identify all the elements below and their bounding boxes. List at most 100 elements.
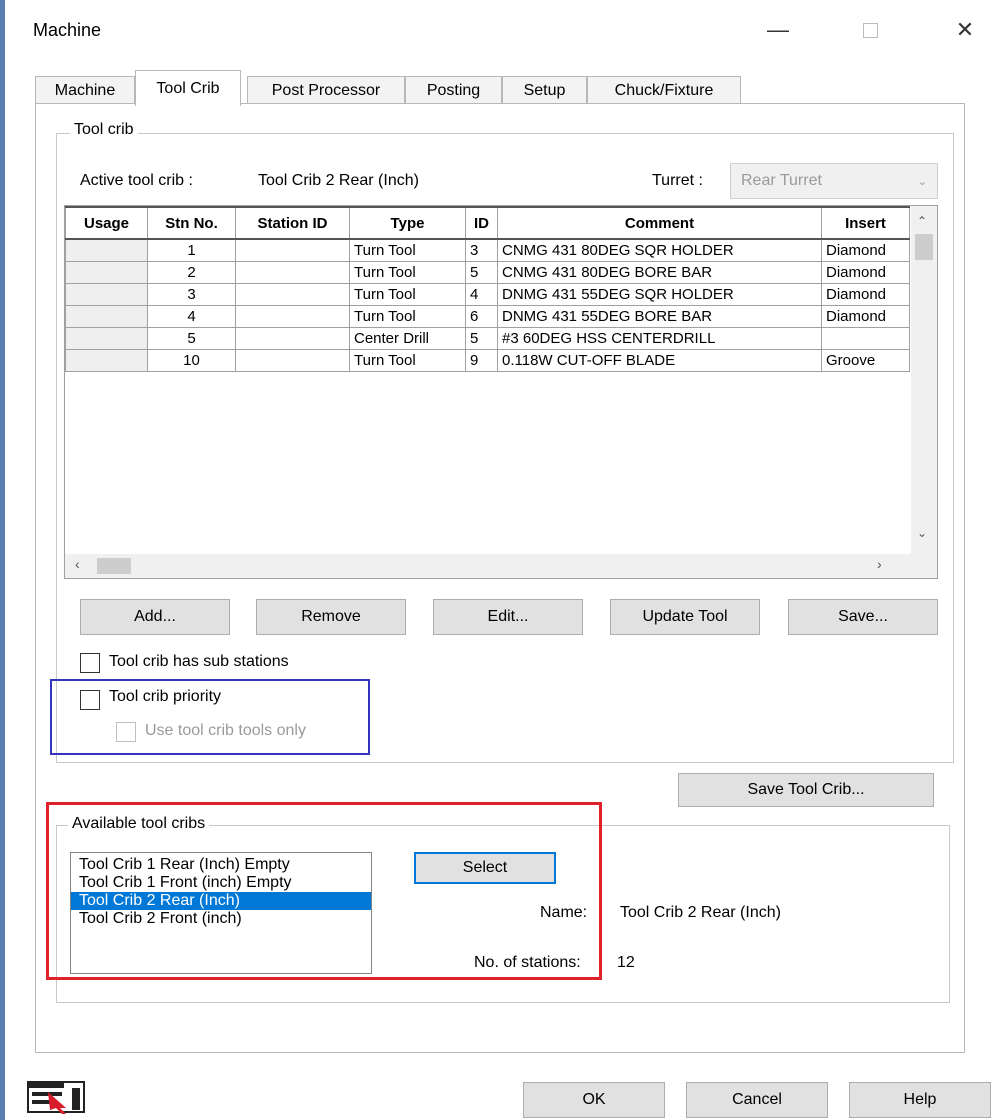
cell-usage [65,283,148,306]
cell-comment: CNMG 431 80DEG SQR HOLDER [497,238,822,262]
cell-stn-no: 4 [147,305,236,328]
app-logo-icon [26,1080,88,1114]
name-value: Tool Crib 2 Rear (Inch) [620,904,781,921]
cell-insert: Groove [821,349,910,372]
horizontal-scrollbar[interactable]: ‹ › [65,554,937,578]
cell-insert: Diamond [821,305,910,328]
chevron-down-icon: ⌄ [917,175,927,188]
cell-stn-no: 5 [147,327,236,350]
cell-stn-no: 2 [147,261,236,284]
cell-type: Turn Tool [349,305,466,328]
help-button[interactable]: Help [849,1082,991,1118]
add-button[interactable]: Add... [80,599,230,635]
table-row[interactable]: 4 Turn Tool 6 DNMG 431 55DEG BORE BAR Di… [65,305,910,328]
use-tool-crib-only-checkbox[interactable] [116,722,136,742]
cell-usage [65,349,148,372]
minimize-button[interactable]: — [758,10,798,50]
cell-station-id [235,261,350,284]
column-header-usage[interactable]: Usage [65,206,148,240]
update-tool-button[interactable]: Update Tool [610,599,760,635]
table-row[interactable]: 5 Center Drill 5 #3 60DEG HSS CENTERDRIL… [65,327,910,350]
cell-usage [65,305,148,328]
edit-button[interactable]: Edit... [433,599,583,635]
ok-button[interactable]: OK [523,1082,665,1118]
tab-machine[interactable]: Machine [35,76,135,105]
sub-stations-label: Tool crib has sub stations [109,653,289,670]
active-tool-crib-value: Tool Crib 2 Rear (Inch) [258,172,419,189]
window-left-border [0,0,5,1120]
sub-stations-checkbox[interactable] [80,653,100,673]
tab-post-processor[interactable]: Post Processor [247,76,405,105]
scroll-down-icon[interactable]: ⌄ [917,526,927,540]
cell-comment: 0.118W CUT-OFF BLADE [497,349,822,372]
tab-setup[interactable]: Setup [502,76,587,105]
scroll-up-icon[interactable]: ⌃ [917,214,927,228]
cell-usage [65,238,148,262]
cell-station-id [235,283,350,306]
column-header-comment[interactable]: Comment [497,206,822,240]
cell-station-id [235,349,350,372]
cell-station-id [235,305,350,328]
cell-comment: DNMG 431 55DEG BORE BAR [497,305,822,328]
cell-type: Center Drill [349,327,466,350]
stations-label: No. of stations: [474,954,581,971]
vertical-scroll-thumb[interactable] [915,234,933,260]
save-button[interactable]: Save... [788,599,938,635]
cell-id: 5 [465,261,498,284]
cell-type: Turn Tool [349,238,466,262]
cell-comment: #3 60DEG HSS CENTERDRILL [497,327,822,350]
cancel-button[interactable]: Cancel [686,1082,828,1118]
vertical-scrollbar[interactable]: ⌃ ⌄ [911,206,937,554]
column-header-id[interactable]: ID [465,206,498,240]
table-row[interactable]: 3 Turn Tool 4 DNMG 431 55DEG SQR HOLDER … [65,283,910,306]
available-tool-cribs-legend: Available tool cribs [68,815,210,833]
grid-header-row: Usage Stn No. Station ID Type ID Comment… [65,206,910,240]
table-row[interactable]: 10 Turn Tool 9 0.118W CUT-OFF BLADE Groo… [65,349,910,372]
save-tool-crib-button[interactable]: Save Tool Crib... [678,773,934,807]
stations-value: 12 [617,954,635,971]
cell-id: 5 [465,327,498,350]
tab-posting[interactable]: Posting [405,76,502,105]
tool-crib-legend: Tool crib [70,121,138,139]
turret-dropdown[interactable]: Rear Turret ⌄ [730,163,938,199]
column-header-stn-no[interactable]: Stn No. [147,206,236,240]
column-header-station-id[interactable]: Station ID [235,206,350,240]
list-item[interactable]: Tool Crib 2 Front (inch) [71,910,371,928]
column-header-insert[interactable]: Insert [821,206,910,240]
priority-label: Tool crib priority [109,688,222,705]
tab-tool-crib[interactable]: Tool Crib [135,70,241,106]
table-row[interactable]: 2 Turn Tool 5 CNMG 431 80DEG BORE BAR Di… [65,261,910,284]
close-button[interactable]: ✕ [945,10,985,50]
use-tool-crib-only-label: Use tool crib tools only [145,722,306,739]
tool-crib-listbox[interactable]: Tool Crib 1 Rear (Inch) Empty Tool Crib … [70,852,372,974]
cell-usage [65,327,148,350]
remove-button[interactable]: Remove [256,599,406,635]
cell-stn-no: 1 [147,238,236,262]
list-item[interactable]: Tool Crib 2 Rear (Inch) [71,892,371,910]
name-label: Name: [540,904,588,921]
cell-insert [821,327,910,350]
close-icon: ✕ [955,17,975,42]
turret-value: Rear Turret [741,172,822,189]
list-item[interactable]: Tool Crib 1 Front (inch) Empty [71,874,371,892]
active-tool-crib-label: Active tool crib : [80,172,193,189]
horizontal-scroll-thumb[interactable] [97,558,131,574]
tab-chuck-fixture[interactable]: Chuck/Fixture [587,76,741,105]
cell-comment: CNMG 431 80DEG BORE BAR [497,261,822,284]
cell-insert: Diamond [821,261,910,284]
priority-checkbox[interactable] [80,690,100,710]
column-header-type[interactable]: Type [349,206,466,240]
scroll-left-icon[interactable]: ‹ [75,556,80,572]
turret-label: Turret : [652,172,703,189]
maximize-button[interactable] [850,10,890,50]
cell-stn-no: 3 [147,283,236,306]
cell-stn-no: 10 [147,349,236,372]
cell-type: Turn Tool [349,261,466,284]
maximize-icon [862,22,878,38]
cell-id: 6 [465,305,498,328]
select-button[interactable]: Select [414,852,556,884]
tool-grid[interactable]: Usage Stn No. Station ID Type ID Comment… [64,205,938,579]
list-item[interactable]: Tool Crib 1 Rear (Inch) Empty [71,856,371,874]
scroll-right-icon[interactable]: › [877,556,882,572]
table-row[interactable]: 1 Turn Tool 3 CNMG 431 80DEG SQR HOLDER … [65,238,910,262]
